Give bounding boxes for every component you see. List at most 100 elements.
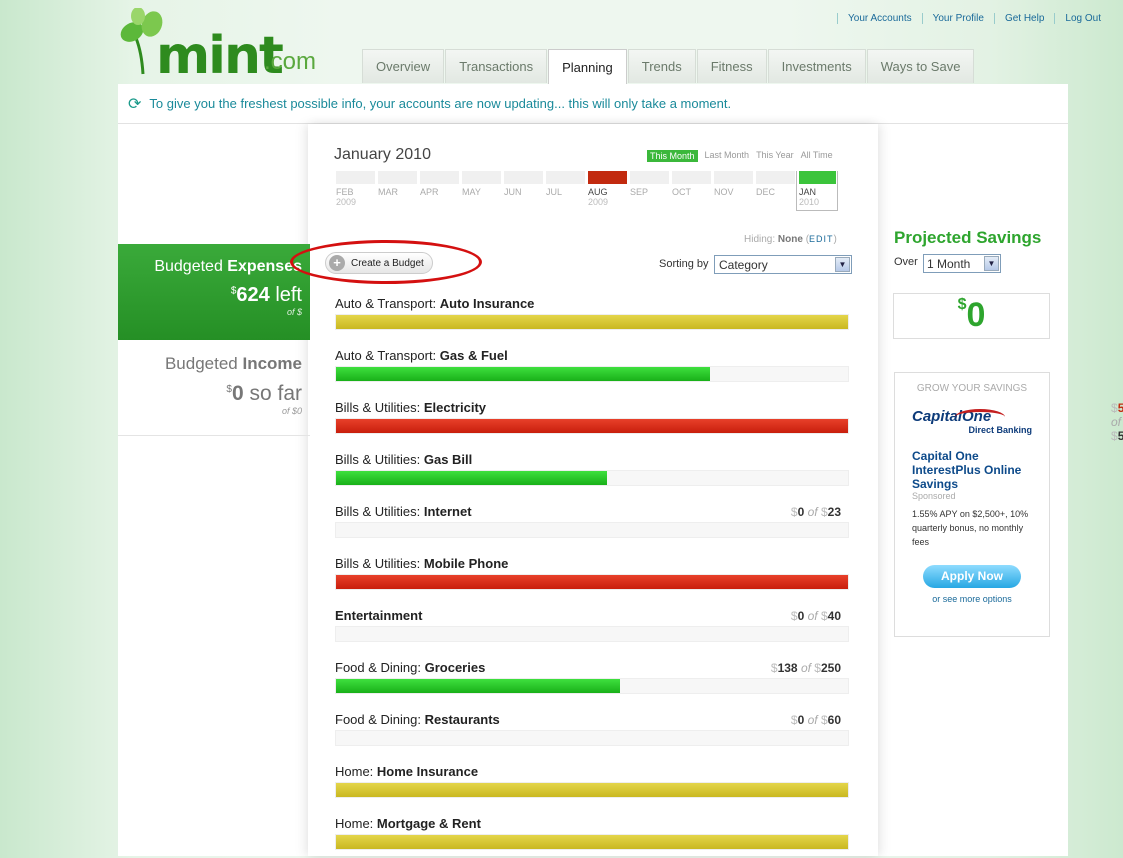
ad-title[interactable]: Capital One InterestPlus Online Savings xyxy=(912,449,1032,491)
timeline-month-jul[interactable]: JUL xyxy=(544,171,586,211)
budget-name: Home: Home Insurance xyxy=(335,764,479,779)
budget-row[interactable]: Home: Mortgage & Rent xyxy=(335,814,849,858)
budget-name: Entertainment xyxy=(335,608,423,623)
apply-now-button[interactable]: Apply Now xyxy=(923,565,1021,588)
over-label: Over xyxy=(894,256,918,268)
budget-row[interactable]: Auto & Transport: Gas & Fuel xyxy=(335,346,849,398)
sort-select[interactable]: Category ▼ xyxy=(714,255,852,274)
budget-row[interactable]: Bills & Utilities: Mobile Phone xyxy=(335,554,849,606)
budget-progress-bar xyxy=(335,834,849,850)
period-this-month[interactable]: This Month xyxy=(647,150,698,162)
ad-sponsored: Sponsored xyxy=(912,491,956,501)
timeline-month-apr[interactable]: APR xyxy=(418,171,460,211)
refresh-icon: ⟳ xyxy=(128,95,142,113)
update-notice: ⟳ To give you the freshest possible info… xyxy=(118,84,1068,124)
tab-fitness[interactable]: Fitness xyxy=(696,49,767,83)
budget-row[interactable]: Auto & Transport: Auto Insurance xyxy=(335,294,849,346)
budget-row[interactable]: Bills & Utilities: Internet $0 of $23 xyxy=(335,502,849,554)
logo-text: mint xyxy=(156,26,284,86)
ad-description: 1.55% APY on $2,500+, 10% quarterly bonu… xyxy=(912,509,1029,547)
expenses-of: of $ xyxy=(286,307,302,317)
logo-suffix: .com xyxy=(264,48,317,75)
budget-progress-bar xyxy=(335,470,849,486)
link-your-profile[interactable]: Your Profile xyxy=(921,13,994,24)
budgeted-expenses-card[interactable]: Budgeted Expenses $624 left of $ xyxy=(118,244,310,340)
period-all-time[interactable]: All Time xyxy=(801,150,833,162)
tab-overview[interactable]: Overview xyxy=(362,49,445,83)
budget-progress-bar xyxy=(335,678,849,694)
sponsored-ad: GROW YOUR SAVINGS CapitalOne Direct Bank… xyxy=(894,372,1050,637)
projected-savings-title: Projected Savings xyxy=(894,228,1042,247)
period-this-year[interactable]: This Year xyxy=(756,150,794,162)
budget-progress-bar xyxy=(335,418,849,434)
tab-investments[interactable]: Investments xyxy=(767,49,866,83)
income-amount: $0 so far xyxy=(226,382,302,405)
timeline-month-jan[interactable]: JAN 2010 xyxy=(796,171,838,211)
budget-name: Bills & Utilities: Gas Bill xyxy=(335,452,473,467)
budget-amount: $0 of $23 xyxy=(790,505,841,519)
ad-header: GROW YOUR SAVINGS xyxy=(916,383,1028,394)
budget-row[interactable]: Home: Home Insurance xyxy=(335,762,849,814)
timeline-month-sep[interactable]: SEP xyxy=(628,171,670,211)
tab-transactions[interactable]: Transactions xyxy=(445,49,548,83)
mint-logo[interactable]: mint .com xyxy=(118,4,318,86)
month-title: January 2010 xyxy=(334,146,431,163)
budget-name: Food & Dining: Restaurants xyxy=(335,712,500,727)
timeline-month-may[interactable]: MAY xyxy=(460,171,502,211)
month-timeline: FEB 2009 MAR APR MAY JUN JUL AUG 2009 SEP OCT NOV DE… xyxy=(334,171,838,211)
tab-trends[interactable]: Trends xyxy=(627,49,696,83)
budget-name: Bills & Utilities: Electricity xyxy=(335,400,487,415)
period-last-month[interactable]: Last Month xyxy=(705,150,750,162)
budget-progress-bar xyxy=(335,730,849,746)
budgeted-income-card[interactable]: Budgeted Income $0 so far of $0 xyxy=(118,340,310,436)
expenses-amount: $624 left xyxy=(230,284,302,306)
see-more-options-link[interactable]: see more options xyxy=(943,594,1012,604)
budget-name: Auto & Transport: Gas & Fuel xyxy=(335,348,508,363)
budget-name: Bills & Utilities: Mobile Phone xyxy=(335,556,509,571)
chevron-down-icon: ▼ xyxy=(984,256,999,271)
swoosh-icon xyxy=(955,409,1005,425)
edit-hiding-link[interactable]: EDIT xyxy=(809,234,834,244)
budget-amount: $0 of $40 xyxy=(790,609,841,623)
sort-label: Sorting by xyxy=(659,258,709,270)
timeline-month-dec[interactable]: DEC xyxy=(754,171,796,211)
budget-name: Auto & Transport: Auto Insurance xyxy=(335,296,535,311)
notice-text: To give you the freshest possible info, … xyxy=(149,96,732,111)
budget-row[interactable]: Bills & Utilities: Electricity$55.38 of … xyxy=(335,398,1123,450)
main-panel: ⟳ To give you the freshest possible info… xyxy=(118,84,1123,858)
timeline-month-feb[interactable]: FEB 2009 xyxy=(334,171,376,211)
timeline-month-nov[interactable]: NOV xyxy=(712,171,754,211)
budget-row[interactable]: Bills & Utilities: Gas Bill xyxy=(335,450,849,502)
link-log-out[interactable]: Log Out xyxy=(1054,13,1111,24)
highlight-circle xyxy=(290,240,482,284)
period-selector: This Month Last Month This Year All Time xyxy=(647,150,833,162)
projected-savings-amount: $0 xyxy=(893,293,1050,339)
timeline-month-aug[interactable]: AUG 2009 xyxy=(586,171,628,211)
budget-name: Home: Mortgage & Rent xyxy=(335,816,481,831)
budget-progress-bar xyxy=(335,574,849,590)
budget-row[interactable]: Food & Dining: Groceries $138 of $250 xyxy=(335,658,849,710)
logo-subtitle: Direct Banking xyxy=(968,425,1032,435)
budget-progress-bar xyxy=(335,626,849,642)
timeline-month-mar[interactable]: MAR xyxy=(376,171,418,211)
income-label: Budgeted Income xyxy=(164,354,302,373)
more-options: or see more options xyxy=(932,594,1012,604)
budget-list: Auto & Transport: Auto Insurance Auto & T… xyxy=(335,294,1123,858)
budget-progress-bar xyxy=(335,522,849,538)
period-select[interactable]: 1 Month ▼ xyxy=(923,254,1001,273)
budget-progress-bar xyxy=(335,782,849,798)
tab-ways-to-save[interactable]: Ways to Save xyxy=(866,49,975,83)
budget-amount: $0 of $60 xyxy=(790,713,841,727)
budget-row[interactable]: Entertainment $0 of $40 xyxy=(335,606,849,658)
expenses-label: Budgeted Expenses xyxy=(154,258,302,275)
chevron-down-icon: ▼ xyxy=(835,257,850,272)
link-your-accounts[interactable]: Your Accounts xyxy=(837,13,922,24)
budget-amount: $138 of $250 xyxy=(770,661,841,675)
budget-progress-bar xyxy=(335,366,849,382)
timeline-month-jun[interactable]: JUN xyxy=(502,171,544,211)
budget-row[interactable]: Food & Dining: Restaurants $0 of $60 xyxy=(335,710,849,762)
main-tabs: Overview Transactions Planning Trends Fi… xyxy=(362,49,975,84)
link-get-help[interactable]: Get Help xyxy=(993,13,1054,24)
tab-planning[interactable]: Planning xyxy=(548,49,627,84)
timeline-month-oct[interactable]: OCT xyxy=(670,171,712,211)
